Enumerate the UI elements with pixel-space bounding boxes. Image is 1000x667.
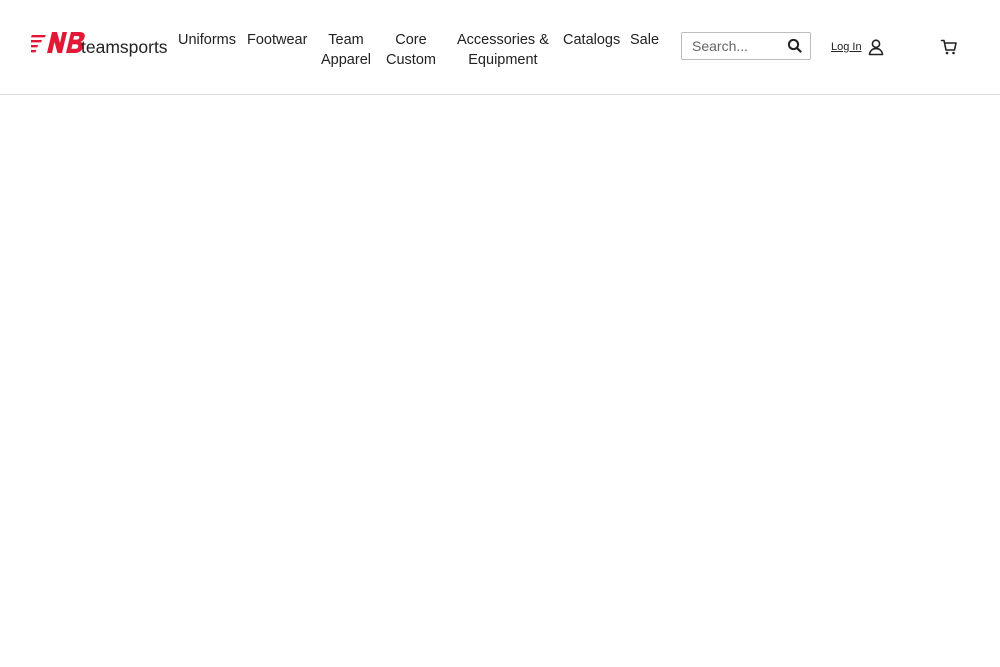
login-label: Log In: [831, 41, 862, 53]
site-header: teamsports Uniforms Footwear Team Appare…: [0, 0, 1000, 95]
nav-label: Footwear: [247, 32, 308, 48]
page-content: [0, 95, 1000, 667]
logo-wordmark: teamsports: [81, 37, 167, 57]
nav-core-custom[interactable]: Core Custom: [386, 30, 436, 70]
nav-label-line-2: Equipment: [468, 52, 538, 68]
search-input[interactable]: [682, 33, 782, 59]
search-icon: [787, 38, 802, 53]
nav-catalogs[interactable]: Catalogs: [563, 30, 620, 50]
nav-label-line-1: Accessories &: [457, 32, 549, 48]
login-link[interactable]: Log In: [831, 38, 885, 56]
nav-label-line-1: Team: [328, 32, 364, 48]
nb-logo-icon: teamsports: [31, 32, 167, 57]
search-button[interactable]: [786, 37, 804, 55]
search-box: [681, 32, 811, 60]
brand-logo[interactable]: teamsports: [31, 29, 167, 59]
user-icon: [867, 38, 885, 56]
nav-label: Catalogs: [563, 32, 621, 48]
nav-accessories-equipment[interactable]: Accessories & Equipment: [457, 30, 549, 70]
nav-uniforms[interactable]: Uniforms: [178, 30, 236, 50]
cart-button[interactable]: [940, 38, 958, 56]
nav-sale[interactable]: Sale: [630, 30, 659, 50]
nav-label: Sale: [630, 32, 660, 48]
cart-icon: [940, 38, 958, 56]
nav-label-line-2: Custom: [386, 52, 436, 68]
nav-label: Uniforms: [178, 32, 237, 48]
nav-footwear[interactable]: Footwear: [247, 30, 307, 50]
nav-label-line-1: Core: [395, 32, 427, 48]
nav-team-apparel[interactable]: Team Apparel: [321, 30, 371, 70]
nav-label-line-2: Apparel: [321, 52, 371, 68]
